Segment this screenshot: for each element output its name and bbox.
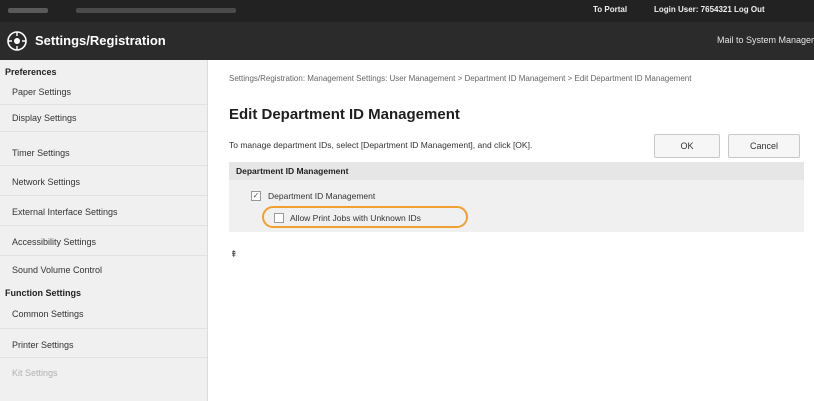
to-top-icon[interactable]: ⇞	[230, 249, 238, 260]
ok-button[interactable]: OK	[654, 134, 720, 158]
device-url-blurred	[76, 8, 236, 13]
mail-to-system-manager-link[interactable]: Mail to System Manager	[717, 35, 814, 45]
sidebar: Preferences Paper Settings Display Setti…	[0, 60, 208, 401]
top-bar: To Portal Login User: 7654321 Log Out	[0, 0, 814, 22]
sidebar-item-common-settings[interactable]: Common Settings	[12, 309, 84, 319]
sidebar-divider	[0, 165, 207, 166]
sidebar-divider	[0, 225, 207, 226]
sidebar-item-display-settings[interactable]: Display Settings	[12, 113, 77, 123]
department-id-management-checkbox[interactable]: ✓	[251, 191, 261, 201]
sidebar-item-sound-volume-control[interactable]: Sound Volume Control	[12, 265, 102, 275]
sidebar-item-printer-settings[interactable]: Printer Settings	[12, 340, 74, 350]
sidebar-item-network-settings[interactable]: Network Settings	[12, 177, 80, 187]
sidebar-divider	[0, 328, 207, 329]
cancel-button[interactable]: Cancel	[728, 134, 800, 158]
device-name-blurred	[8, 8, 48, 13]
to-portal-link[interactable]: To Portal	[593, 5, 627, 14]
page-title: Edit Department ID Management	[229, 106, 460, 123]
section-title: Department ID Management	[236, 166, 349, 176]
sidebar-divider	[0, 131, 207, 132]
sidebar-divider	[0, 255, 207, 256]
sidebar-divider	[0, 104, 207, 105]
highlight-outline	[262, 206, 468, 228]
sidebar-divider	[0, 357, 207, 358]
sidebar-item-kit-settings[interactable]: Kit Settings	[12, 368, 58, 378]
sidebar-item-external-interface-settings[interactable]: External Interface Settings	[12, 207, 118, 217]
title-bar: Settings/Registration Mail to System Man…	[0, 22, 814, 60]
login-user-info[interactable]: Login User: 7654321 Log Out	[654, 5, 765, 14]
settings-logo-icon	[7, 31, 27, 51]
sidebar-item-accessibility-settings[interactable]: Accessibility Settings	[12, 237, 96, 247]
breadcrumb: Settings/Registration: Management Settin…	[229, 74, 692, 83]
page-app-title: Settings/Registration	[35, 33, 166, 48]
sidebar-section-function-settings: Function Settings	[5, 288, 81, 298]
sidebar-item-timer-settings[interactable]: Timer Settings	[12, 148, 70, 158]
sidebar-section-preferences: Preferences	[5, 67, 57, 77]
instruction-text: To manage department IDs, select [Depart…	[229, 140, 533, 150]
department-id-management-label[interactable]: Department ID Management	[268, 191, 375, 201]
sidebar-item-paper-settings[interactable]: Paper Settings	[12, 87, 71, 97]
sidebar-divider	[0, 195, 207, 196]
